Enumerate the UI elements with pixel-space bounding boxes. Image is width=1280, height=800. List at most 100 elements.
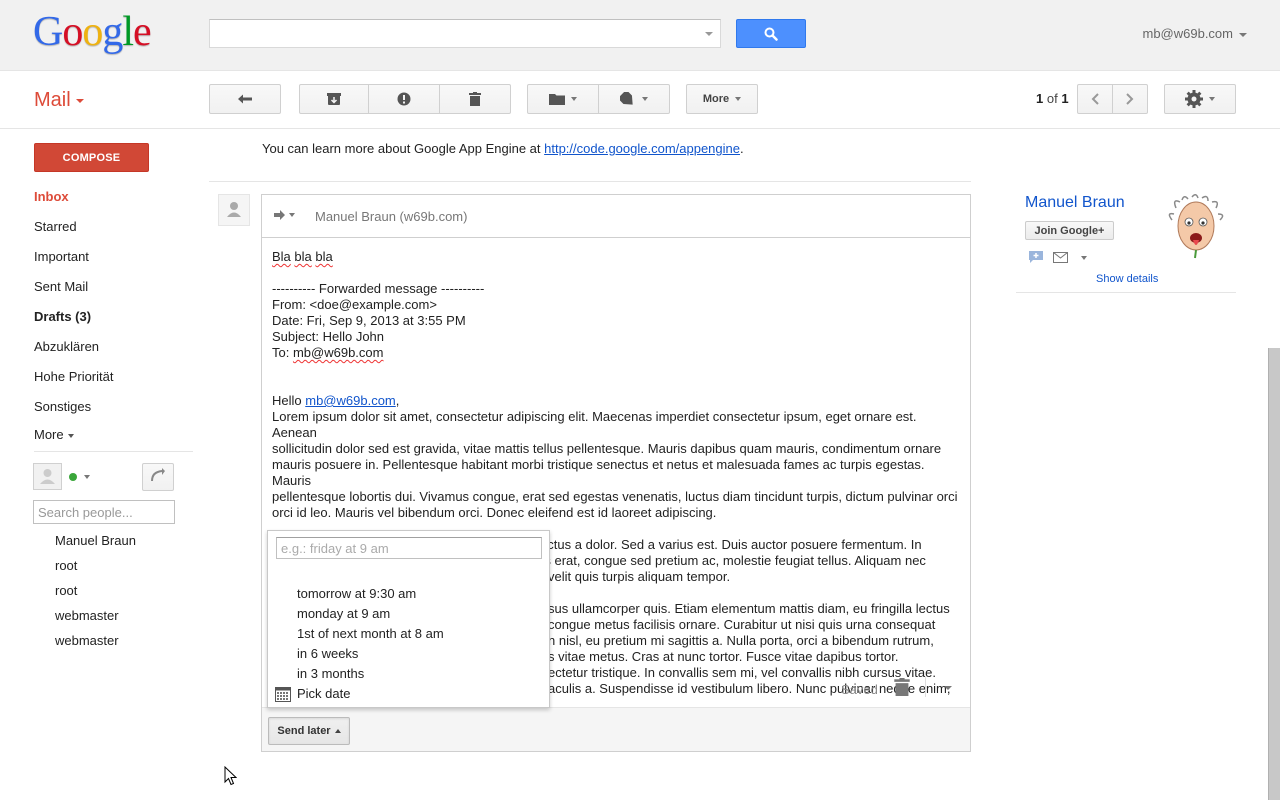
calendar-icon[interactable] [275,686,291,702]
label-tag-icon [620,92,633,105]
nav-item-drafts[interactable]: Drafts (3) [34,309,91,324]
delete-button[interactable] [439,84,511,114]
info-prefix: You can learn more about Google App Engi… [262,141,545,156]
phone-call-button[interactable] [142,463,174,491]
logo-letter: e [133,9,152,55]
pick-date-option[interactable]: Pick date [297,686,350,701]
send-later-option[interactable]: in 3 months [297,666,364,681]
back-arrow-icon [238,94,252,104]
contact-name[interactable]: Manuel Braun [1025,194,1125,212]
move-to-button[interactable] [527,84,599,114]
nav-item-sonstiges[interactable]: Sonstiges [34,399,91,414]
para1-line: mauris posuere in. Pellentesque habitant… [272,457,925,488]
back-button[interactable] [209,84,281,114]
logo-letter: o [62,9,83,55]
search-people-input[interactable] [33,500,175,524]
report-spam-button[interactable] [368,84,440,114]
phone-icon [151,468,165,481]
nav-item-important[interactable]: Important [34,249,89,264]
footer-divider [925,677,926,697]
send-later-button[interactable]: Send later [268,717,350,745]
add-to-circles-icon[interactable] [1029,251,1043,263]
show-details-link[interactable]: Show details [1096,273,1158,285]
search-input[interactable] [209,19,721,48]
nav-item-hohe-prioritaet[interactable]: Hohe Priorität [34,369,113,384]
chat-contact[interactable]: root [55,558,77,573]
google-logo[interactable]: Google [33,9,152,55]
archive-icon [327,93,341,105]
person-icon [227,202,241,217]
trash-icon[interactable] [894,678,910,696]
email-icon[interactable] [1053,252,1068,263]
forward-from: From: <doe@example.com> [272,297,437,312]
nav-item-abzuklaeren[interactable]: Abzuklären [34,339,99,354]
para1-line: orci id leo. Mauris vel bibendum orci. D… [272,505,717,520]
chevron-down-icon [1239,32,1247,37]
send-later-popup: tomorrow at 9:30 am monday at 9 am 1st o… [267,530,550,708]
account-email: mb@w69b.com [1142,26,1233,41]
forward-subject: Subject: Hello John [272,329,385,344]
send-later-option[interactable]: tomorrow at 9:30 am [297,586,416,601]
pager-text: 1 of 1 [1036,91,1069,106]
send-later-time-input[interactable] [276,537,542,559]
para1-line: pellentesque lobortis dui. Vivamus congu… [272,489,958,504]
forward-to: To: mb@w69b.com [272,345,964,361]
chat-contact[interactable]: root [55,583,77,598]
labels-button[interactable] [598,84,670,114]
forward-to-address: mb@w69b.com [292,345,384,360]
logo-letter: o [82,9,103,55]
nav-more-toggle[interactable]: More [34,427,74,442]
nav-item-sent-mail[interactable]: Sent Mail [34,279,88,294]
nav-item-inbox[interactable]: Inbox [34,189,69,204]
pager-sep: of [1043,91,1062,106]
message-divider [209,181,971,182]
chevron-left-icon [1091,93,1099,105]
chevron-down-icon [1209,97,1215,101]
message-snippet: You can learn more about Google App Engi… [262,141,744,156]
page-scrollbar[interactable] [1268,348,1280,800]
send-later-option[interactable]: in 6 weeks [297,646,358,661]
chat-contact[interactable]: Manuel Braun [55,533,136,548]
appengine-link[interactable]: http://code.google.com/appengine [544,141,740,156]
chevron-down-icon[interactable] [84,475,90,479]
compose-button[interactable]: COMPOSE [34,143,149,172]
forward-to-prefix: To: [272,345,293,360]
account-menu[interactable]: mb@w69b.com [1142,26,1247,41]
compose-header: Manuel Braun (w69b.com) [262,195,970,238]
action-bar: Mail More 1 of 1 [0,71,1280,129]
mail-switcher[interactable]: Mail [34,89,84,112]
search-options-caret-icon[interactable] [705,32,713,36]
older-button[interactable] [1112,84,1148,114]
send-bar: Send later [262,707,970,751]
more-actions-label: More [702,93,730,105]
search-button[interactable] [736,19,806,48]
nav-item-starred[interactable]: Starred [34,219,77,234]
archive-button[interactable] [299,84,369,114]
chat-contact[interactable]: webmaster [55,608,119,623]
search-icon [764,27,778,41]
recipient-field[interactable]: Manuel Braun (w69b.com) [315,209,467,224]
send-later-option[interactable]: 1st of next month at 8 am [297,626,444,641]
mouse-cursor-icon [224,766,237,786]
saved-status: Saved [841,682,878,697]
logo-letter: l [122,9,134,55]
nav-more-label: More [34,427,64,442]
settings-button[interactable] [1164,84,1236,114]
gear-icon [1185,90,1203,108]
contact-photo [1168,194,1224,259]
chevron-down-icon [571,97,577,101]
more-options-caret-icon[interactable] [944,686,952,690]
hello-prefix: Hello [272,393,306,408]
more-actions-button[interactable]: More [686,84,758,114]
join-google-plus-button[interactable]: Join Google+ [1025,221,1114,240]
reply-type-menu[interactable] [273,209,297,224]
online-status-icon[interactable] [69,473,77,481]
chat-avatar[interactable] [33,463,62,490]
forward-arrow-icon [274,210,295,220]
hello-email-link[interactable]: mb@w69b.com [305,393,396,408]
forward-header: ---------- Forwarded message ---------- [272,281,485,296]
send-later-option[interactable]: monday at 9 am [297,606,390,621]
chat-contact[interactable]: webmaster [55,633,119,648]
chevron-down-icon[interactable] [1081,256,1087,260]
newer-button[interactable] [1077,84,1113,114]
